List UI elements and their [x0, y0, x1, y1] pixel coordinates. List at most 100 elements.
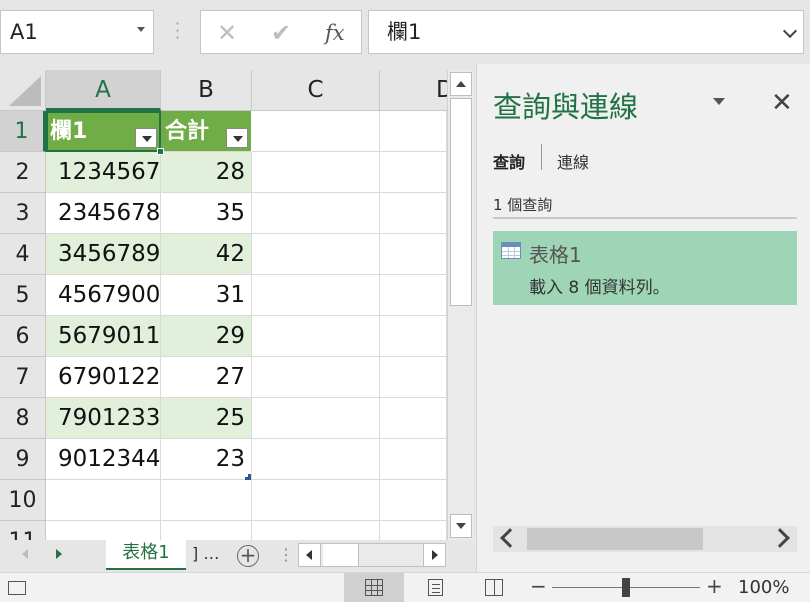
- scroll-down-icon[interactable]: [450, 514, 472, 538]
- close-icon[interactable]: ✕: [771, 88, 793, 118]
- table-cell[interactable]: 5679011: [46, 316, 161, 357]
- row-header-10[interactable]: 10: [0, 480, 46, 521]
- more-sheets-button[interactable]: ] …: [192, 544, 219, 563]
- filter-dropdown-button[interactable]: [135, 128, 157, 148]
- check-icon[interactable]: ✔: [271, 19, 291, 47]
- table-header-label: 欄1: [50, 119, 88, 144]
- macro-recording-icon[interactable]: [8, 581, 26, 595]
- queries-connections-pane: 查詢與連線 ✕ 查詢 連線 1 個查詢 表格1 載入 8 個資料列。: [476, 64, 810, 572]
- formula-input[interactable]: 欄1: [368, 10, 804, 54]
- function-icon[interactable]: fx: [325, 21, 345, 45]
- pane-options-icon[interactable]: [713, 98, 725, 105]
- column-header-a[interactable]: A: [46, 70, 161, 111]
- scroll-right-icon[interactable]: [770, 528, 790, 548]
- table-resize-handle[interactable]: [245, 474, 251, 480]
- sheet-tab-bar: 表格1 ] … + ⋮: [0, 540, 474, 570]
- divider: [493, 217, 797, 219]
- expand-formula-icon[interactable]: [782, 23, 798, 39]
- query-count: 1 個查詢: [493, 196, 553, 214]
- query-name: 表格1: [529, 243, 582, 267]
- table-cell[interactable]: 9012344: [46, 439, 161, 480]
- row-header-4[interactable]: 4: [0, 234, 46, 275]
- select-all-button[interactable]: [0, 70, 46, 111]
- table-cell[interactable]: 31: [161, 275, 252, 316]
- table-cell[interactable]: 6790122: [46, 357, 161, 398]
- zoom-level[interactable]: 100%: [738, 577, 789, 598]
- scroll-thumb[interactable]: [527, 528, 703, 550]
- row-header-7[interactable]: 7: [0, 357, 46, 398]
- table-header-label: 合計: [165, 119, 210, 144]
- scroll-thumb[interactable]: [323, 544, 359, 566]
- column-header-c[interactable]: C: [252, 70, 380, 111]
- empty-cell[interactable]: [46, 480, 161, 521]
- row-header-2[interactable]: 2: [0, 152, 46, 193]
- more-icon[interactable]: · · ·: [175, 16, 180, 46]
- sheet-tab-active[interactable]: 表格1: [106, 540, 186, 570]
- page-break-preview-button[interactable]: [464, 573, 524, 602]
- filter-dropdown-button[interactable]: [226, 128, 248, 148]
- normal-view-button[interactable]: [344, 573, 404, 602]
- chevron-down-icon[interactable]: [137, 27, 145, 32]
- page-break-icon: [485, 579, 503, 596]
- table-cell[interactable]: 2345678: [46, 193, 161, 234]
- empty-cell[interactable]: [161, 480, 252, 521]
- table-cell[interactable]: 35: [161, 193, 252, 234]
- table-cell[interactable]: 3456789: [46, 234, 161, 275]
- table-header-cell[interactable]: 欄1: [46, 111, 161, 152]
- table-cell[interactable]: 4567900: [46, 275, 161, 316]
- zoom-out-button[interactable]: −: [530, 574, 547, 598]
- empty-cell[interactable]: [161, 521, 252, 540]
- row-header-6[interactable]: 6: [0, 316, 46, 357]
- table-icon: [501, 242, 521, 259]
- tab-queries[interactable]: 查詢: [493, 149, 525, 173]
- scroll-up-icon[interactable]: [450, 72, 472, 96]
- query-item[interactable]: 表格1 載入 8 個資料列。: [493, 231, 797, 305]
- formula-value: 欄1: [387, 20, 422, 44]
- row-header-9[interactable]: 9: [0, 439, 46, 480]
- scroll-left-icon[interactable]: [500, 528, 520, 548]
- table-header-cell[interactable]: 合計: [161, 111, 252, 152]
- horizontal-scrollbar[interactable]: [298, 543, 446, 567]
- table-cell[interactable]: 27: [161, 357, 252, 398]
- next-sheet-icon[interactable]: [56, 549, 62, 559]
- table-cell[interactable]: 42: [161, 234, 252, 275]
- name-box-value: A1: [10, 20, 38, 44]
- pane-title: 查詢與連線: [493, 90, 639, 124]
- table-cell[interactable]: 7901233: [46, 398, 161, 439]
- row-header-3[interactable]: 3: [0, 193, 46, 234]
- query-description: 載入 8 個資料列。: [529, 278, 670, 298]
- pane-horizontal-scrollbar[interactable]: [493, 526, 797, 552]
- name-box[interactable]: A1: [0, 10, 154, 54]
- page-icon: [428, 579, 443, 596]
- vertical-scrollbar[interactable]: [447, 70, 474, 540]
- page-layout-view-button[interactable]: [404, 573, 464, 602]
- worksheet-grid[interactable]: A B C D 1 2 3 4 5 6 7 8 9 10 11 欄1 合計 12…: [0, 70, 447, 540]
- fill-handle[interactable]: [157, 148, 164, 155]
- column-header-d[interactable]: D: [380, 70, 447, 111]
- table-cell[interactable]: 1234567: [46, 152, 161, 193]
- table-cell[interactable]: 29: [161, 316, 252, 357]
- tab-divider: [541, 144, 542, 170]
- zoom-in-button[interactable]: +: [706, 574, 723, 598]
- table-cell[interactable]: 23: [161, 439, 252, 480]
- row-header-5[interactable]: 5: [0, 275, 46, 316]
- tab-splitter-icon[interactable]: ⋮: [278, 545, 294, 564]
- empty-cell[interactable]: [46, 521, 161, 540]
- zoom-slider-thumb[interactable]: [622, 578, 630, 597]
- formula-buttons: ✕ ✔ fx: [200, 10, 362, 54]
- row-header-1[interactable]: 1: [0, 111, 46, 152]
- table-cell[interactable]: 25: [161, 398, 252, 439]
- previous-sheet-icon[interactable]: [22, 549, 28, 559]
- row-header-11[interactable]: 11: [0, 521, 46, 540]
- scroll-left-icon[interactable]: [299, 544, 321, 566]
- scroll-thumb[interactable]: [450, 98, 472, 306]
- column-d-cells[interactable]: [380, 111, 447, 540]
- column-c-cells[interactable]: [252, 111, 380, 540]
- tab-connections[interactable]: 連線: [557, 149, 589, 173]
- add-sheet-button[interactable]: +: [237, 545, 259, 567]
- cancel-icon[interactable]: ✕: [217, 19, 237, 47]
- table-cell[interactable]: 28: [161, 152, 252, 193]
- column-header-b[interactable]: B: [161, 70, 252, 111]
- row-header-8[interactable]: 8: [0, 398, 46, 439]
- scroll-right-icon[interactable]: [423, 544, 445, 566]
